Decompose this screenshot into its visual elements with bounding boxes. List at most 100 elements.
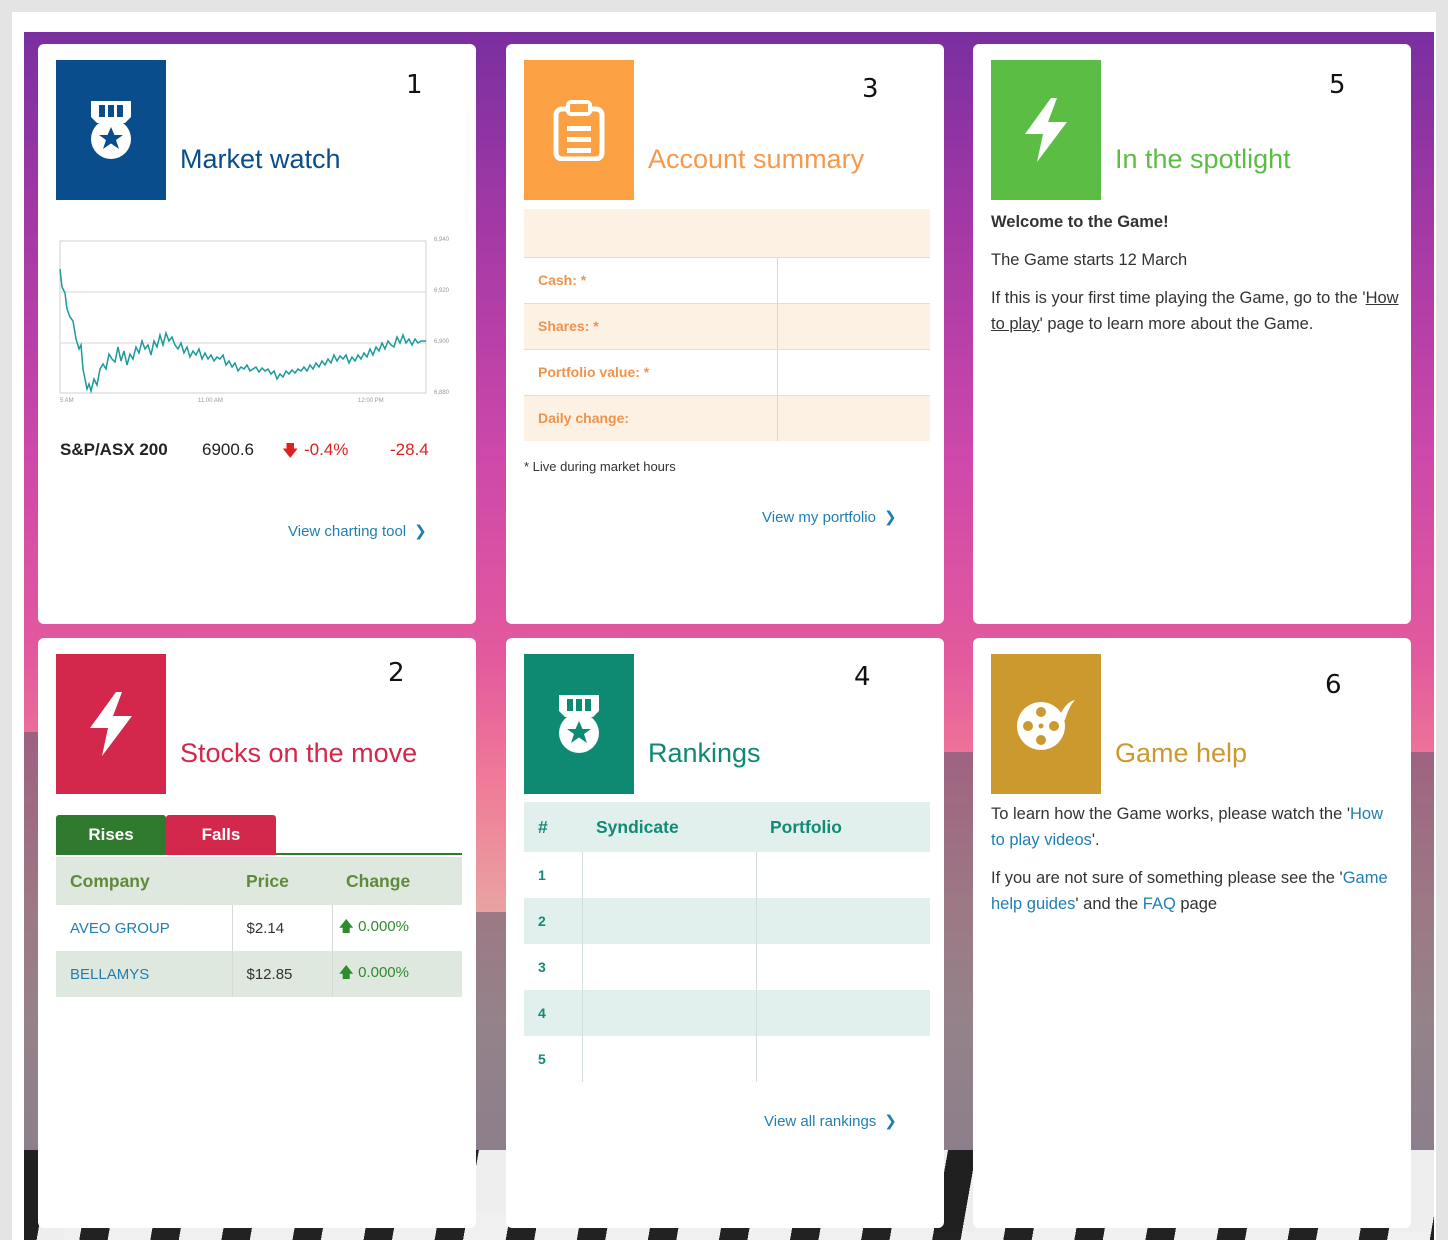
card-number: 2	[388, 658, 405, 688]
stocks-table: Company Price Change AVEO GROUP $2.14 🡅 …	[56, 857, 462, 997]
chevron-right-icon: ❯	[884, 1113, 897, 1130]
row-label: Daily change:	[524, 396, 778, 441]
y-tick: 6,920	[434, 288, 450, 294]
account-summary-card: 3 Account summary Cash: * Shares: * Port…	[506, 44, 944, 624]
card-title: In the spotlight	[1115, 144, 1291, 174]
rank-cell: 5	[524, 1036, 583, 1082]
price-cell: $12.85	[232, 951, 333, 997]
index-name: S&P/ASX 200	[60, 440, 168, 459]
chevron-right-icon: ❯	[414, 523, 427, 540]
spotlight-text: Welcome to the Game! The Game starts 12 …	[991, 209, 1401, 349]
rank-cell: 2	[524, 898, 583, 944]
table-row: AVEO GROUP $2.14 🡅 0.000%	[56, 905, 462, 951]
table-row: Cash: *	[524, 257, 930, 303]
up-arrow-icon: 🡅	[338, 917, 354, 935]
spotlight-line: The Game starts 12 March	[991, 251, 1188, 269]
spotlight-icon-box	[991, 60, 1101, 200]
rankings-card: 4 Rankings # Syndicate Portfolio 1 2 3 4…	[506, 638, 944, 1228]
column-header: #	[524, 802, 582, 852]
market-watch-icon-box	[56, 60, 166, 200]
card-number: 5	[1329, 70, 1346, 100]
row-value	[778, 304, 930, 349]
index-change-pts: -28.4	[390, 440, 429, 459]
table-row: 2	[524, 898, 930, 944]
card-number: 3	[862, 74, 879, 104]
card-title: Stocks on the move	[180, 738, 418, 768]
card-title: Account summary	[648, 144, 865, 174]
company-link[interactable]: BELLAMYS	[56, 951, 233, 997]
x-tick: 5 AM	[60, 398, 74, 404]
down-arrow-icon: 🡇	[282, 443, 299, 460]
column-header: Change	[332, 857, 462, 905]
table-row: Portfolio value: *	[524, 349, 930, 395]
account-summary-icon-box	[524, 60, 634, 200]
stocks-icon-box	[56, 654, 166, 794]
help-paragraph: If you are not sure of something please …	[991, 869, 1388, 913]
view-charting-tool-link[interactable]: View charting tool ❯	[288, 522, 427, 540]
card-number: 1	[406, 70, 423, 100]
lightning-icon	[1025, 98, 1067, 162]
y-tick: 6,940	[434, 237, 450, 243]
medal-icon	[91, 101, 131, 159]
account-summary-table: Cash: * Shares: * Portfolio value: * Dai…	[524, 209, 930, 441]
row-label: Portfolio value: *	[524, 350, 778, 395]
medal-icon	[559, 695, 599, 753]
spotlight-paragraph: If this is your first time playing the G…	[991, 289, 1399, 333]
x-tick: 12:00 PM	[358, 398, 384, 404]
column-header: Company	[56, 857, 232, 905]
rank-cell: 1	[524, 852, 583, 898]
market-chart: 6,940 6,920 6,900 6,880 5 AM 11:00 AM 12…	[59, 237, 450, 404]
table-row: BELLAMYS $12.85 🡅 0.000%	[56, 951, 462, 997]
game-help-text: To learn how the Game works, please watc…	[991, 801, 1401, 929]
game-help-card: 6 Game help To learn how the Game works,…	[973, 638, 1411, 1228]
row-value	[778, 258, 930, 303]
film-reel-icon	[1017, 700, 1075, 750]
tab-falls[interactable]: Falls	[166, 815, 276, 855]
change-cell: 🡅 0.000%	[338, 917, 409, 935]
table-header	[524, 209, 930, 257]
chevron-right-icon: ❯	[883, 509, 897, 526]
clipboard-icon	[553, 100, 605, 161]
view-my-portfolio-link[interactable]: View my portfolio ❯	[762, 508, 897, 526]
price-cell: $2.14	[232, 905, 333, 951]
game-help-icon-box	[991, 654, 1101, 794]
table-row: 5	[524, 1036, 930, 1082]
spotlight-heading: Welcome to the Game!	[991, 213, 1169, 231]
card-number: 4	[854, 662, 871, 692]
tab-rises[interactable]: Rises	[56, 815, 166, 855]
company-link[interactable]: AVEO GROUP	[56, 905, 233, 951]
stocks-on-the-move-card: 2 Stocks on the move Rises Falls Company…	[38, 638, 476, 1228]
column-header: Price	[232, 857, 332, 905]
lightning-icon	[90, 692, 132, 756]
view-all-rankings-link[interactable]: View all rankings ❯	[764, 1112, 897, 1130]
rank-cell: 3	[524, 944, 583, 990]
rankings-icon-box	[524, 654, 634, 794]
footnote: * Live during market hours	[524, 459, 676, 474]
table-row: 4	[524, 990, 930, 1036]
y-tick: 6,880	[434, 390, 450, 396]
rises-falls-tabs: Rises Falls	[56, 815, 462, 855]
market-watch-card: 1 Market watch 6,940 6,920 6,900 6,880 5…	[38, 44, 476, 624]
row-label: Cash: *	[524, 258, 778, 303]
row-label: Shares: *	[524, 304, 778, 349]
change-cell: 🡅 0.000%	[332, 951, 462, 997]
card-title: Game help	[1115, 738, 1248, 768]
up-arrow-icon: 🡅	[338, 963, 354, 981]
y-tick: 6,900	[434, 339, 450, 345]
rank-cell: 4	[524, 990, 583, 1036]
index-change-pct: -0.4%	[304, 440, 349, 459]
rankings-table: # Syndicate Portfolio 1 2 3 4 5	[524, 802, 930, 1082]
row-value	[778, 396, 930, 441]
x-tick: 11:00 AM	[198, 398, 223, 404]
table-header: Company Price Change	[56, 857, 462, 905]
card-title: Rankings	[648, 738, 761, 768]
table-row: Daily change:	[524, 395, 930, 441]
spotlight-card: 5 In the spotlight Welcome to the Game! …	[973, 44, 1411, 624]
table-header: # Syndicate Portfolio	[524, 802, 930, 852]
card-number: 6	[1325, 670, 1342, 700]
index-value: 6900.6	[202, 440, 254, 459]
faq-link[interactable]: FAQ	[1143, 895, 1176, 913]
column-header: Syndicate	[582, 802, 756, 852]
card-title: Market watch	[180, 144, 341, 174]
table-row: 3	[524, 944, 930, 990]
